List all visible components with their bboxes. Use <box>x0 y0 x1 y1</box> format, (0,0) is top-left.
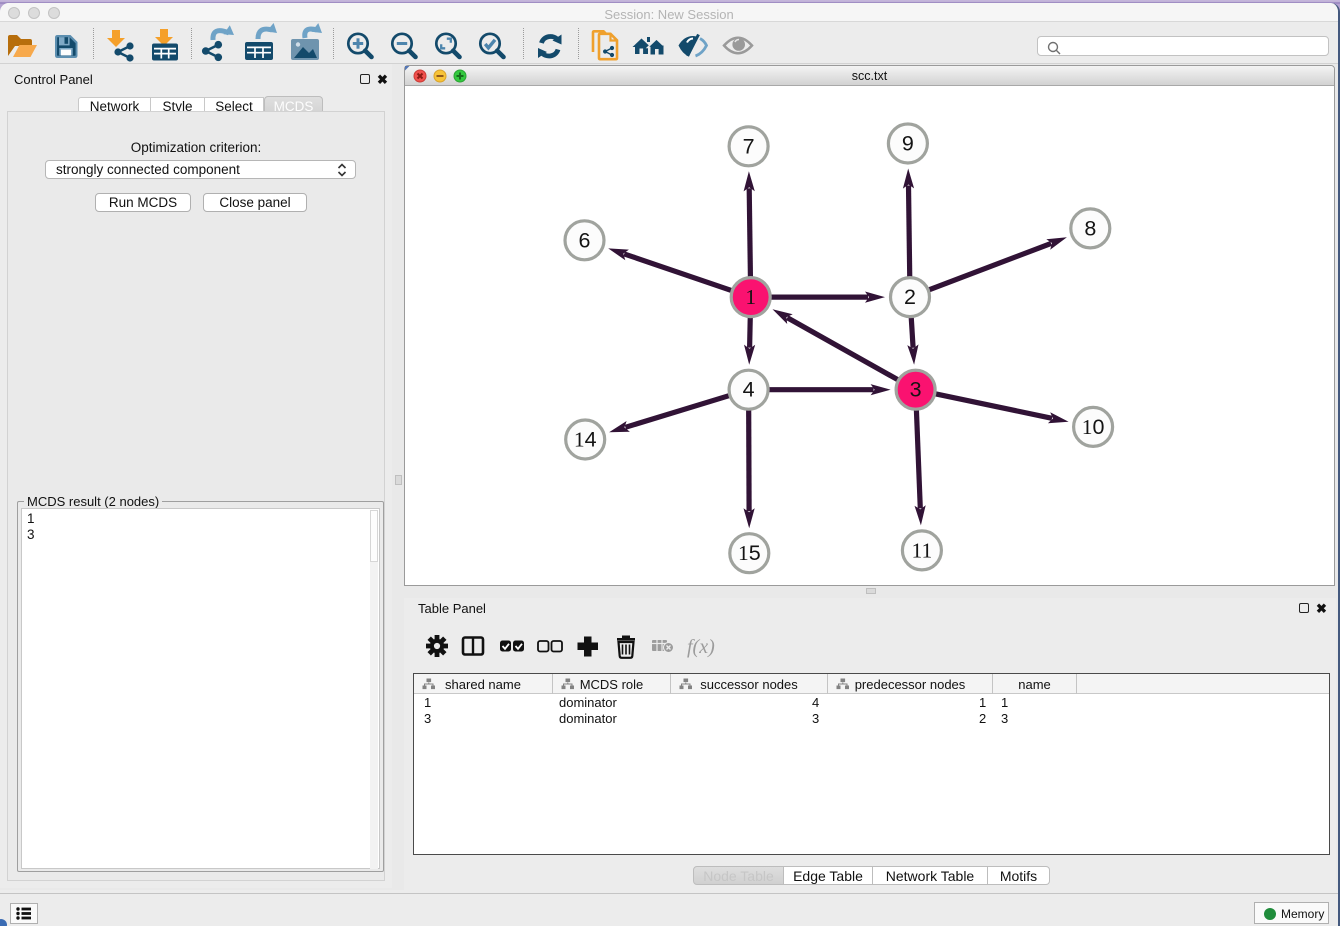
svg-text:f(x): f(x) <box>687 636 715 658</box>
svg-text:1: 1 <box>745 285 756 309</box>
svg-text:6: 6 <box>579 228 591 252</box>
svg-text:10: 10 <box>1082 414 1105 438</box>
svg-text:8: 8 <box>1084 216 1096 240</box>
svg-text:3: 3 <box>910 377 922 401</box>
svg-text:7: 7 <box>743 134 755 158</box>
svg-text:15: 15 <box>738 541 761 565</box>
svg-text:4: 4 <box>743 377 755 401</box>
svg-text:14: 14 <box>574 427 597 451</box>
svg-text:11: 11 <box>912 538 933 562</box>
svg-text:9: 9 <box>902 131 914 155</box>
svg-text:2: 2 <box>904 285 916 309</box>
